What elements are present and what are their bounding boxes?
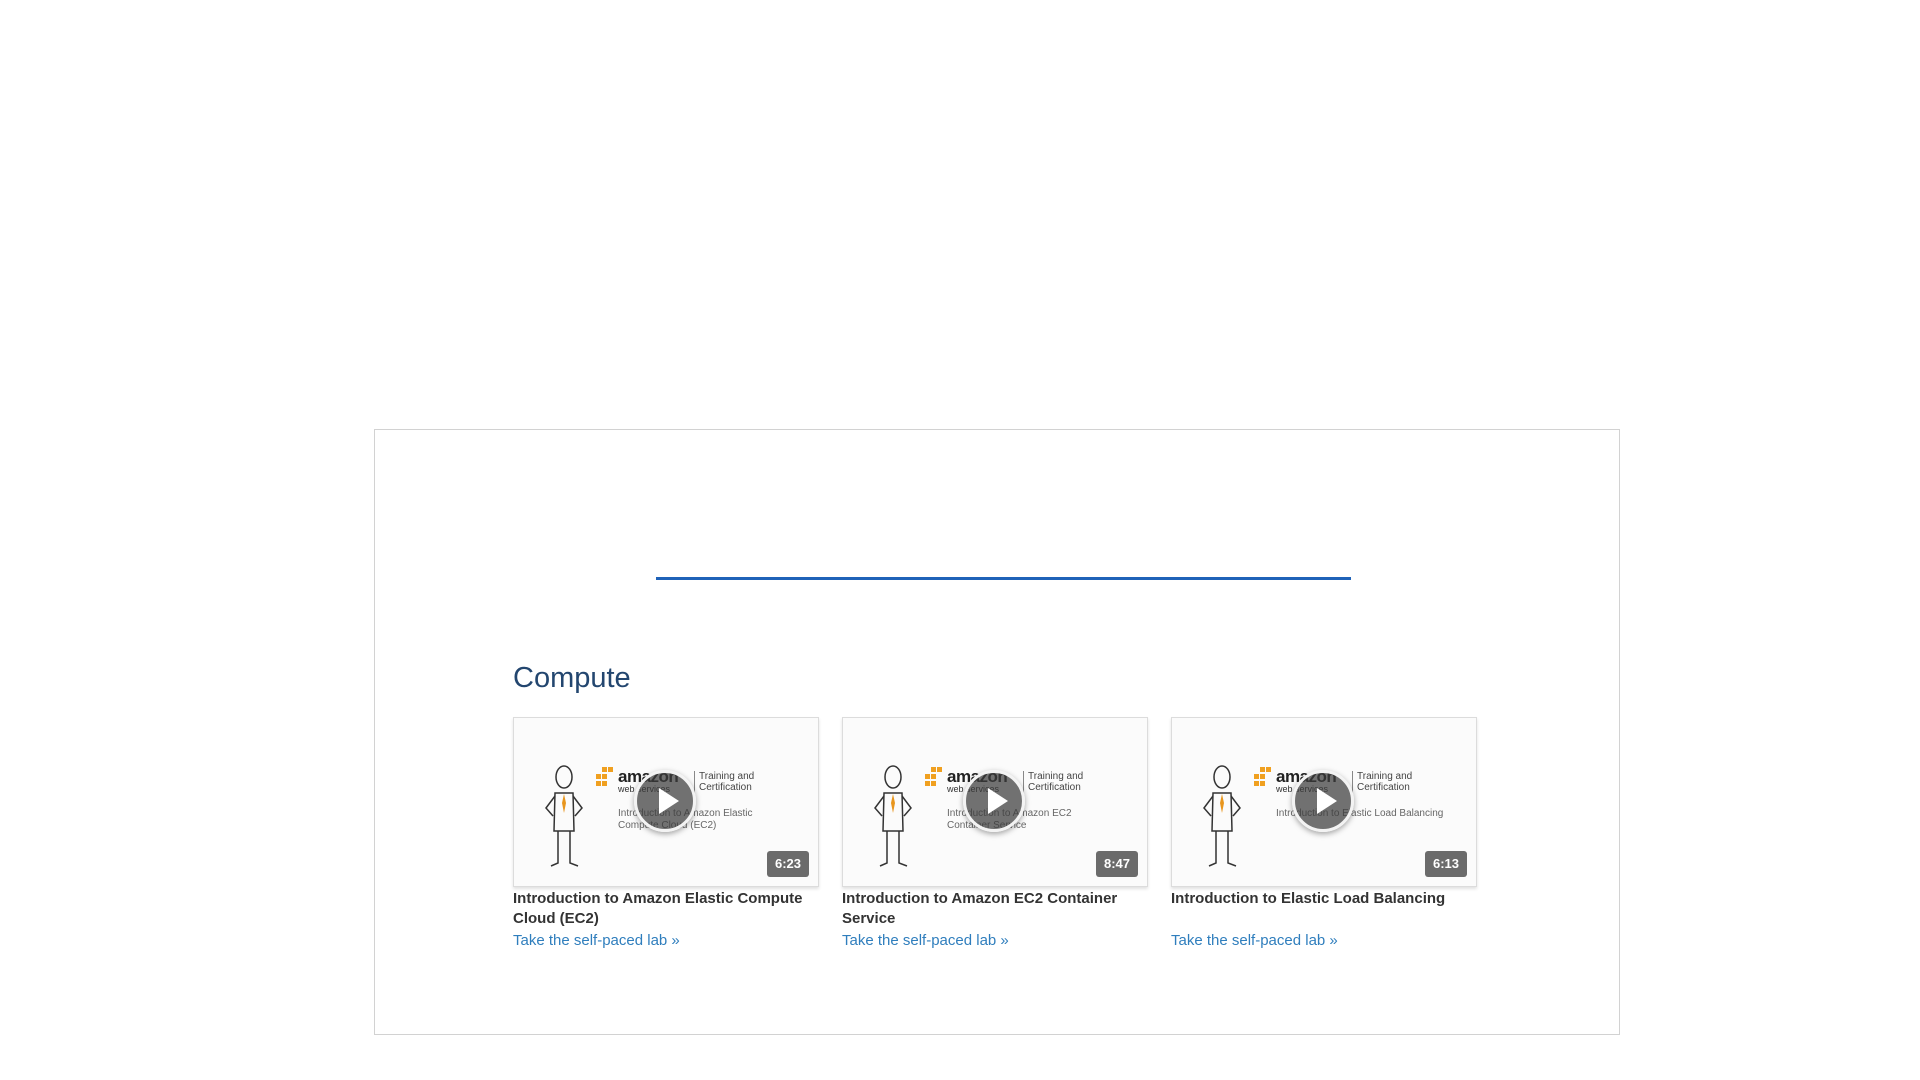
- training-panel: Compute amaz: [374, 429, 1620, 1035]
- duration-badge: 8:47: [1095, 851, 1138, 877]
- active-tab-underline: [656, 577, 1351, 580]
- play-icon[interactable]: [634, 770, 696, 832]
- play-icon[interactable]: [963, 770, 1025, 832]
- aws-logo: [925, 767, 942, 786]
- aws-logo: [596, 767, 613, 786]
- self-paced-lab-link[interactable]: Take the self-paced lab »: [513, 932, 680, 949]
- video-title: Introduction to Amazon Elastic Compute C…: [513, 890, 803, 927]
- video-thumbnail[interactable]: amazon web services Training and Certifi…: [842, 717, 1148, 887]
- stick-figure-illustration: [545, 765, 583, 867]
- video-card: amazon web services Training and Certifi…: [1171, 717, 1477, 950]
- self-paced-lab-link[interactable]: Take the self-paced lab »: [1171, 932, 1338, 949]
- video-title: Introduction to Elastic Load Balancing: [1171, 890, 1446, 907]
- video-card: amazon web services Training and Certifi…: [513, 717, 819, 950]
- self-paced-lab-link[interactable]: Take the self-paced lab »: [842, 932, 1009, 949]
- video-card: amazon web services Training and Certifi…: [842, 717, 1148, 950]
- stick-figure-illustration: [1203, 765, 1241, 867]
- video-thumbnail[interactable]: amazon web services Training and Certifi…: [1171, 717, 1477, 887]
- play-icon[interactable]: [1292, 770, 1354, 832]
- training-label: Training and Certification: [1023, 771, 1123, 793]
- video-thumbnail[interactable]: amazon web services Training and Certifi…: [513, 717, 819, 887]
- duration-badge: 6:13: [1424, 851, 1467, 877]
- training-label: Training and Certification: [694, 771, 794, 793]
- aws-logo: [1254, 767, 1271, 786]
- section-title: Compute: [513, 662, 631, 694]
- stick-figure-illustration: [874, 765, 912, 867]
- duration-badge: 6:23: [766, 851, 809, 877]
- training-label: Training and Certification: [1352, 771, 1452, 793]
- video-title: Introduction to Amazon EC2 Container Ser…: [842, 890, 1118, 927]
